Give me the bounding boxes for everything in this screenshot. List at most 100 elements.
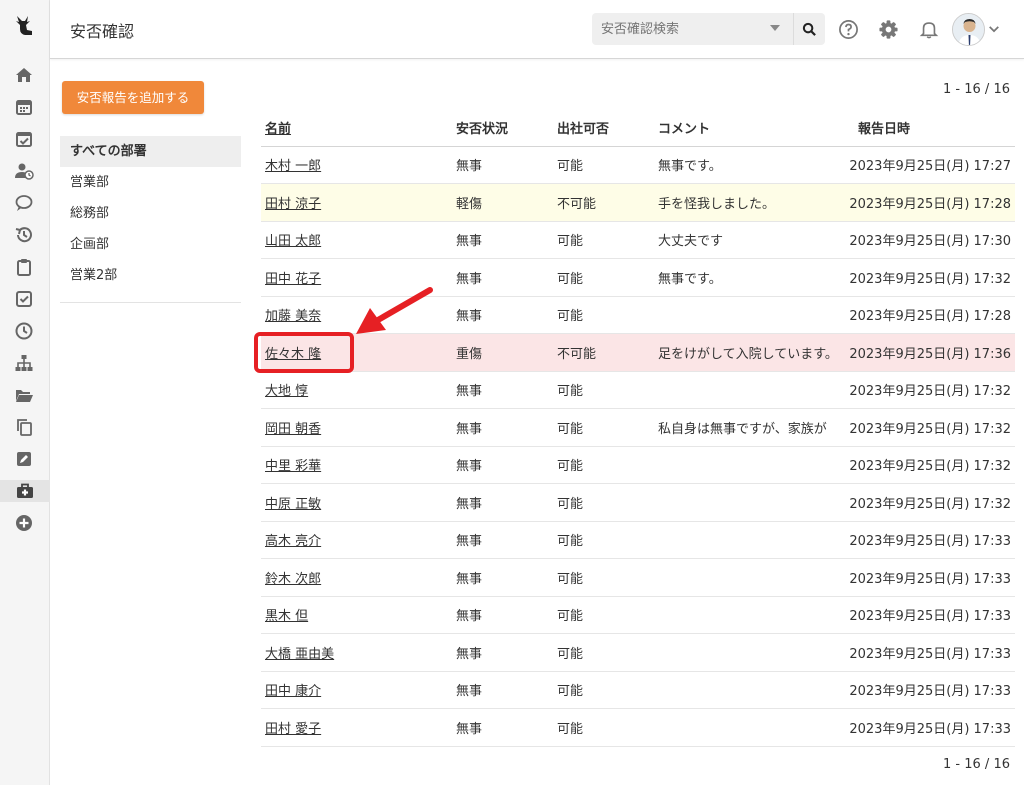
employee-name-link[interactable]: 加藤 美奈 — [265, 309, 321, 324]
home-icon[interactable] — [13, 64, 35, 86]
cell-comment — [654, 483, 844, 522]
folder-open-icon[interactable] — [13, 384, 35, 406]
cell-reported-at: 2023年9月25日(月) 17:27 — [844, 146, 1015, 184]
cell-reported-at: 2023年9月25日(月) 17:32 — [844, 371, 1015, 409]
employee-name-link[interactable]: 大橋 亜由美 — [265, 647, 334, 662]
cell-attendance: 可能 — [553, 671, 654, 709]
cell-name: 高木 亮介 — [261, 521, 452, 559]
history-icon[interactable] — [13, 224, 35, 246]
table-row: 大橋 亜由美 無事 可能 2023年9月25日(月) 17:33 — [261, 633, 1015, 672]
employee-name-link[interactable]: 高木 亮介 — [265, 534, 321, 549]
cell-attendance: 可能 — [553, 596, 654, 634]
edit-icon[interactable] — [13, 448, 35, 470]
employee-name-link[interactable]: 黒木 但 — [265, 609, 308, 624]
employee-name-link[interactable]: 中原 正敏 — [265, 497, 321, 512]
cell-name: 岡田 朝香 — [261, 408, 452, 447]
add-circle-icon[interactable] — [13, 512, 35, 534]
cell-name: 鈴木 次郎 — [261, 558, 452, 597]
calendar-check-icon[interactable] — [13, 128, 35, 150]
page-title: 安否確認 — [70, 22, 135, 41]
employee-name-link[interactable]: 木村 一郎 — [265, 159, 321, 174]
pagination-count-top: 1 - 16 / 16 — [943, 82, 1010, 97]
department-item-all[interactable]: すべての部署 — [60, 136, 241, 167]
top-header: 安否確認 — [50, 0, 1024, 59]
cell-attendance: 可能 — [553, 371, 654, 409]
org-chart-icon[interactable] — [13, 352, 35, 374]
icon-rail — [0, 0, 50, 785]
calendar-icon[interactable] — [13, 96, 35, 118]
search-button[interactable] — [793, 13, 825, 45]
cell-comment — [654, 371, 844, 409]
cell-status: 無事 — [452, 633, 553, 672]
column-header-name[interactable]: 名前 — [261, 109, 452, 147]
cell-attendance: 可能 — [553, 221, 654, 259]
cell-attendance: 可能 — [553, 633, 654, 672]
cell-comment — [654, 671, 844, 709]
cell-attendance: 不可能 — [553, 333, 654, 372]
employee-name-link[interactable]: 鈴木 次郎 — [265, 572, 321, 587]
search-dropdown-caret-icon[interactable] — [770, 25, 780, 31]
table-row: 鈴木 次郎 無事 可能 2023年9月25日(月) 17:33 — [261, 558, 1015, 597]
table-row: 田村 涼子 軽傷 不可能 手を怪我しました。 2023年9月25日(月) 17:28 — [261, 183, 1015, 222]
add-safety-report-button[interactable]: 安否報告を追加する — [62, 81, 204, 114]
chevron-down-icon[interactable] — [984, 19, 1004, 39]
first-aid-kit-icon[interactable] — [0, 480, 50, 502]
copy-icon[interactable] — [13, 416, 35, 438]
table-row: 田村 愛子 無事 可能 2023年9月25日(月) 17:33 — [261, 708, 1015, 747]
cell-name: 田中 康介 — [261, 671, 452, 709]
cell-reported-at: 2023年9月25日(月) 17:36 — [844, 333, 1015, 372]
table-row: 木村 一郎 無事 可能 無事です。 2023年9月25日(月) 17:27 — [261, 146, 1015, 184]
employee-name-link[interactable]: 田村 涼子 — [265, 197, 321, 212]
cell-status: 重傷 — [452, 333, 553, 372]
cell-comment: 大丈夫です — [654, 221, 844, 259]
search-box[interactable] — [592, 13, 825, 45]
table-row: 大地 惇 無事 可能 2023年9月25日(月) 17:32 — [261, 371, 1015, 409]
cell-name: 田村 涼子 — [261, 183, 452, 222]
cell-name: 山田 太郎 — [261, 221, 452, 259]
employee-name-link[interactable]: 田村 愛子 — [265, 722, 321, 737]
checkbox-icon[interactable] — [13, 288, 35, 310]
cell-reported-at: 2023年9月25日(月) 17:32 — [844, 446, 1015, 484]
cell-comment: 無事です。 — [654, 146, 844, 184]
cell-reported-at: 2023年9月25日(月) 17:32 — [844, 483, 1015, 522]
cell-comment: 無事です。 — [654, 258, 844, 297]
table-row: 岡田 朝香 無事 可能 私自身は無事ですが、家族が 2023年9月25日(月) 17:3… — [261, 408, 1015, 447]
cell-status: 無事 — [452, 408, 553, 447]
department-item-planning[interactable]: 企画部 — [60, 229, 241, 260]
avatar[interactable] — [952, 13, 985, 46]
cell-reported-at: 2023年9月25日(月) 17:33 — [844, 708, 1015, 747]
employee-name-link[interactable]: 田中 康介 — [265, 684, 321, 699]
bell-icon[interactable] — [917, 17, 941, 41]
employee-name-link[interactable]: 大地 惇 — [265, 384, 308, 399]
annotation-highlight-box — [254, 332, 354, 373]
cell-status: 無事 — [452, 221, 553, 259]
cell-name: 黒木 但 — [261, 596, 452, 634]
cell-attendance: 可能 — [553, 408, 654, 447]
help-icon[interactable] — [836, 17, 860, 41]
logo-icon[interactable] — [12, 12, 38, 38]
clipboard-icon[interactable] — [13, 256, 35, 278]
employee-name-link[interactable]: 岡田 朝香 — [265, 422, 321, 437]
table-row: 佐々木 隆重傷 不可能 足をけがして入院しています。 2023年9月25日(月) 17… — [261, 333, 1015, 372]
employee-name-link[interactable]: 田中 花子 — [265, 272, 321, 287]
search-input[interactable] — [592, 13, 787, 45]
cell-attendance: 可能 — [553, 483, 654, 522]
table-row: 高木 亮介 無事 可能 2023年9月25日(月) 17:33 — [261, 521, 1015, 559]
department-item-general-affairs[interactable]: 総務部 — [60, 198, 241, 229]
cell-reported-at: 2023年9月25日(月) 17:32 — [844, 258, 1015, 297]
clock-icon[interactable] — [13, 320, 35, 342]
chat-icon[interactable] — [13, 192, 35, 214]
cell-status: 無事 — [452, 521, 553, 559]
cell-attendance: 可能 — [553, 146, 654, 184]
cell-status: 無事 — [452, 446, 553, 484]
search-icon — [802, 22, 816, 36]
department-item-sales[interactable]: 営業部 — [60, 167, 241, 198]
user-clock-icon[interactable] — [13, 160, 35, 182]
employee-name-link[interactable]: 山田 太郎 — [265, 234, 321, 249]
gear-icon[interactable] — [876, 17, 900, 41]
employee-name-link[interactable]: 中里 彩華 — [265, 459, 321, 474]
cell-name: 中原 正敏 — [261, 483, 452, 522]
department-item-sales-2[interactable]: 営業2部 — [60, 260, 241, 291]
cell-name: 大地 惇 — [261, 371, 452, 409]
table-row: 中原 正敏 無事 可能 2023年9月25日(月) 17:32 — [261, 483, 1015, 522]
